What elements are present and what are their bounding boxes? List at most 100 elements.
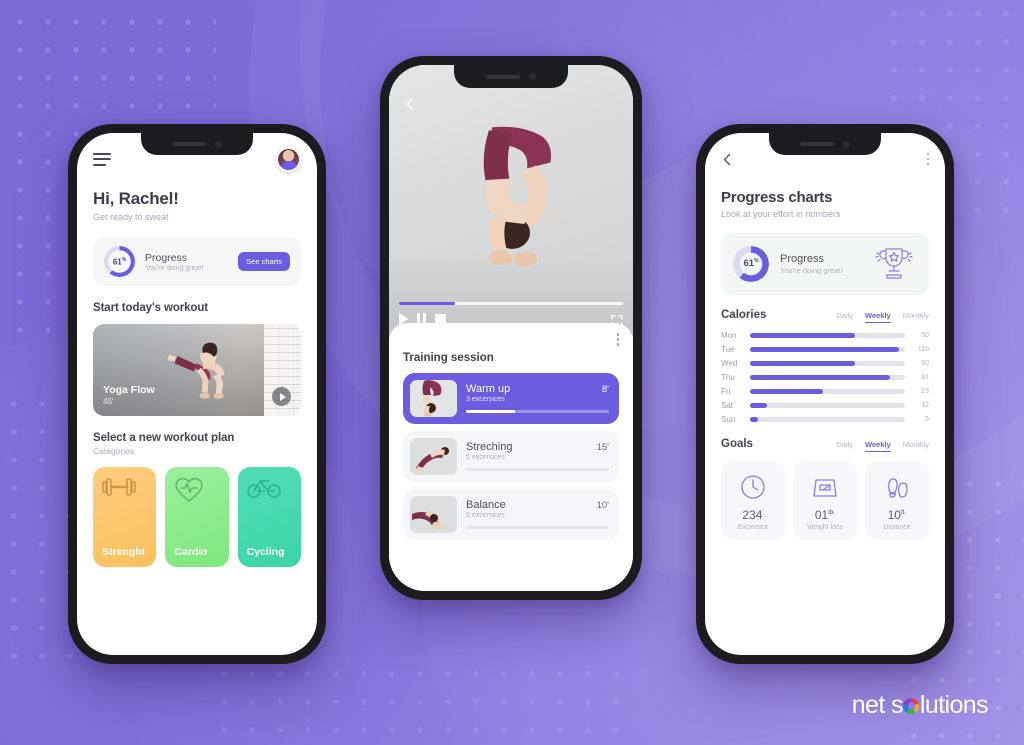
goal-card-distance[interactable]: 10ft. Distance <box>865 461 929 540</box>
progress-ring: 61% <box>733 246 769 282</box>
pose-thumb <box>410 379 457 417</box>
user-avatar[interactable] <box>276 146 301 172</box>
exercise-thumbnail <box>410 379 457 417</box>
greeting-title: Hi, Rachel! <box>93 189 179 208</box>
page-title: Progress charts <box>721 189 833 206</box>
tab-daily[interactable]: Daily <box>836 440 853 451</box>
bar-track <box>750 333 905 338</box>
bar-row: Fri 23 <box>721 387 929 396</box>
hamburger-icon[interactable] <box>93 152 111 166</box>
play-icon[interactable] <box>272 387 291 406</box>
bar-day-label: Sat <box>721 401 734 410</box>
tab-monthly[interactable]: Monthly <box>903 440 929 451</box>
bar-fill <box>750 333 856 338</box>
chevron-left-icon[interactable] <box>403 97 417 111</box>
progress-ring-label: 61% <box>743 258 759 270</box>
bar-fill <box>750 417 758 422</box>
plan-section-title: Select a new workout plan <box>93 432 235 444</box>
charts-header <box>721 145 929 173</box>
bar-track <box>750 347 905 352</box>
footsteps-icon <box>869 471 925 503</box>
phone-mockup-session: Training session Warm up 8' 3 excersices… <box>380 56 642 600</box>
category-card-cardio[interactable]: Cardio <box>165 467 229 567</box>
bar-value-label: 50 <box>921 332 929 339</box>
video-player[interactable] <box>389 65 633 337</box>
phone-mockup-charts: Progress charts Look at your effort in n… <box>696 124 954 664</box>
exercise-list: Warm up 8' 3 excersices Streching 15' 5 … <box>403 372 619 540</box>
bar-track <box>750 375 905 380</box>
see-charts-button[interactable]: See charts <box>238 252 290 271</box>
page-subtitle: Look at your effort in numbers <box>721 209 841 219</box>
progress-ring-label: 61% <box>112 256 127 267</box>
chevron-left-icon[interactable] <box>721 153 734 166</box>
training-session-title: Training session <box>403 351 494 364</box>
bar-value-label: 110 <box>917 346 929 353</box>
phone2-notch <box>454 65 568 88</box>
exercise-item-streching[interactable]: Streching 15' 5 excersices <box>403 430 619 482</box>
exercise-item-balance[interactable]: Balance 10' 5 excersices <box>403 488 619 540</box>
exercise-progress-track <box>466 410 609 413</box>
greeting-subtitle: Get ready to sweat <box>93 212 169 222</box>
video-progress-fill <box>399 302 455 305</box>
heart-pulse-icon <box>174 476 219 508</box>
bar-row: Wed 50 <box>721 359 929 368</box>
play-icon[interactable] <box>399 313 408 325</box>
clock-icon <box>725 471 781 503</box>
bar-fill <box>750 403 768 408</box>
tab-weekly[interactable]: Weekly <box>865 440 891 452</box>
bar-value-label: 12 <box>921 402 929 409</box>
fullscreen-icon[interactable] <box>611 315 623 327</box>
hamburger-bar <box>93 163 106 166</box>
pause-icon[interactable] <box>417 313 426 325</box>
calories-title: Calories <box>721 309 767 321</box>
dot-pattern-bottom-middle <box>210 660 630 745</box>
more-vertical-icon[interactable] <box>926 152 929 166</box>
exercise-progress-track <box>466 526 609 529</box>
category-label: Cardio <box>174 546 208 558</box>
workout-section-title: Start today's workout <box>93 302 209 314</box>
phone1-screen: Hi, Rachel! Get ready to sweat 61% Progr… <box>77 133 317 655</box>
bar-value-label: 50 <box>921 360 929 367</box>
yoga-pose-image <box>167 343 225 400</box>
exercise-name: Warm up <box>466 383 511 395</box>
exercise-header: Balance 10' <box>466 499 609 511</box>
home-header <box>93 145 301 173</box>
exercise-time: 8' <box>601 384 609 395</box>
category-label: Strenght <box>102 546 146 558</box>
tab-monthly[interactable]: Monthly <box>903 311 929 322</box>
goal-card-exercise[interactable]: 234' Excersice <box>721 461 785 540</box>
progress-card-subtitle: You're doing great! <box>145 264 204 272</box>
category-card-cycling[interactable]: Cycling <box>237 467 301 567</box>
charts-screen-body: Progress charts Look at your effort in n… <box>705 133 945 655</box>
video-buttons <box>399 313 623 325</box>
workout-title: Yoga Flow <box>103 384 155 396</box>
logo-text-part1: net s <box>851 691 904 719</box>
bar-value-label: 5 <box>925 416 929 423</box>
bar-track <box>750 417 905 422</box>
progress-card-title: Progress <box>780 253 825 265</box>
goal-card-weight-loss[interactable]: 01lb. Weight loss <box>793 461 857 540</box>
progress-summary-card[interactable]: 61% Progress You're doing great! <box>721 233 929 295</box>
exercise-item-warmup[interactable]: Warm up 8' 3 excersices <box>403 372 619 424</box>
video-progress-bar[interactable] <box>399 302 623 305</box>
featured-workout-card[interactable]: Yoga Flow 45' <box>93 324 301 416</box>
tab-weekly[interactable]: Weekly <box>865 311 891 323</box>
scale-icon <box>797 471 853 503</box>
bar-row: Sun 5 <box>721 415 929 424</box>
exercise-thumbnail <box>410 495 457 533</box>
goal-value: 10ft. <box>887 508 907 522</box>
bar-track <box>750 361 905 366</box>
bar-day-label: Wed <box>721 359 738 368</box>
goals-section: Goals Daily Weekly Monthly 234' Excersic… <box>721 438 929 540</box>
dumbbell-icon <box>102 476 147 503</box>
exercise-name: Balance <box>466 499 506 511</box>
exercise-count: 5 excersices <box>466 454 505 461</box>
exercise-progress-track <box>466 468 609 471</box>
stop-icon[interactable] <box>435 313 446 325</box>
progress-card[interactable]: 61% Progress You're doing great! See cha… <box>93 237 301 286</box>
bar-fill <box>750 361 856 366</box>
tab-daily[interactable]: Daily <box>836 311 853 322</box>
progress-card-text: Progress You're doing great! <box>145 252 228 272</box>
progress-summary-text: Progress You're doing great! <box>780 253 860 275</box>
category-card-strength[interactable]: Strenght <box>93 467 157 567</box>
